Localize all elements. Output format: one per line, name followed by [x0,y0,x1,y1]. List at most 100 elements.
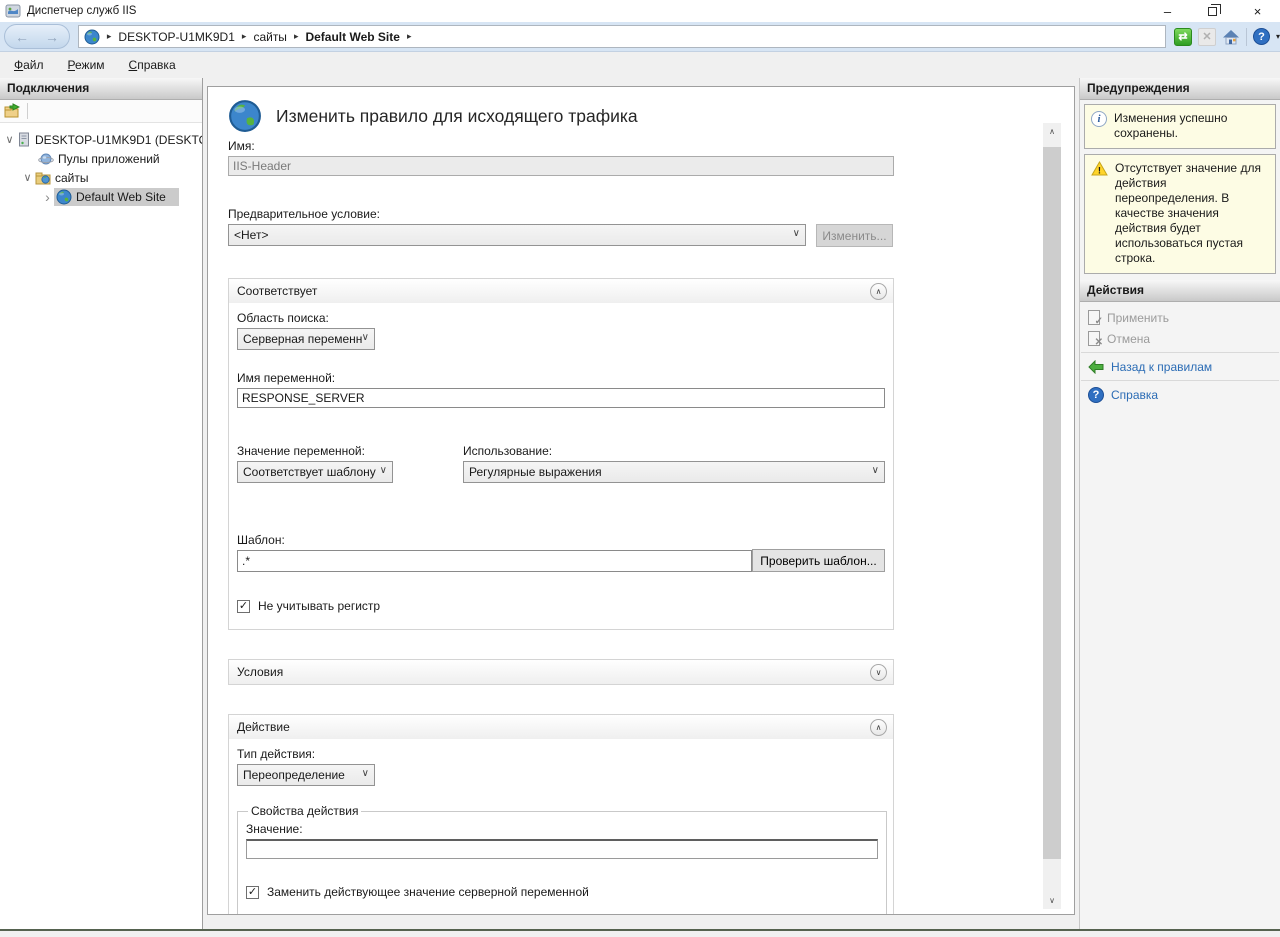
scope-label: Область поиска: [237,311,885,325]
menu-help[interactable]: Справка [129,58,176,72]
warning-alert: ! Отсутствует значение для действия пере… [1084,154,1276,274]
variable-name-field[interactable] [237,388,885,408]
app-pools-icon [38,151,54,167]
menu-view[interactable]: Режим [68,58,105,72]
restore-button[interactable] [1190,0,1235,22]
action-section-title: Действие [237,720,870,734]
ignore-case-checkbox[interactable] [237,600,250,613]
breadcrumb[interactable]: ▸ DESKTOP-U1MK9D1 ▸ сайты ▸ Default Web … [78,25,1166,48]
tree-item-default-web-site[interactable]: › Default Web Site [0,187,202,206]
action-properties-title: Свойства действия [248,804,361,818]
apply-icon [1088,310,1100,325]
precondition-select[interactable]: <Нет> [228,224,806,246]
warning-icon: ! [1091,161,1108,176]
page-title: Изменить правило для исходящего трафика [276,106,638,127]
cancel-action: Отмена [1080,328,1280,349]
action-section-header[interactable]: Действие ∧ [229,715,893,739]
match-section-header[interactable]: Соответствует ∧ [229,279,893,303]
breadcrumb-arrow-icon: ▸ [407,31,412,42]
home-icon[interactable] [1222,28,1240,46]
menu-bar: Файл Режим Справка [0,52,1280,78]
scope-select[interactable]: Серверная переменн [237,328,375,350]
scrollbar-thumb[interactable] [1043,147,1061,859]
minimize-button[interactable]: – [1145,0,1190,22]
refresh-icon[interactable]: ⇄ [1174,28,1192,46]
breadcrumb-sites[interactable]: сайты [253,30,287,44]
value-field[interactable] [246,839,878,859]
match-section: Соответствует ∧ Область поиска: Серверна… [228,278,894,630]
back-arrow-icon [1088,360,1104,374]
action-section: Действие ∧ Тип действия: Переопределение… [228,714,894,915]
pattern-field[interactable] [237,550,752,572]
precondition-label: Предварительное условие: [228,207,894,221]
tree-item-server[interactable]: ∨ DESKTOP-U1MK9D1 (DESKTOI [0,130,202,149]
main-content: Изменить правило для исходящего трафика … [203,78,1079,929]
right-panel: Предупреждения i Изменения успешно сохра… [1079,78,1280,929]
breadcrumb-server[interactable]: DESKTOP-U1MK9D1 [118,30,234,44]
navigation-buttons: ← → [4,24,70,49]
action-properties-group: Свойства действия Значение: Заменить дей… [237,804,887,915]
name-label: Имя: [228,139,894,153]
svg-text:!: ! [1098,165,1101,176]
toolbar-divider [27,103,28,119]
variable-value-select[interactable]: Соответствует шаблону [237,461,393,483]
collapse-icon[interactable]: ∧ [870,283,887,300]
variable-value-value: Соответствует шаблону [243,465,376,479]
replace-value-checkbox[interactable] [246,886,259,899]
back-to-rules-action[interactable]: Назад к правилам [1080,356,1280,377]
actions-header: Действия [1080,280,1280,302]
using-select[interactable]: Регулярные выражения [463,461,885,483]
ignore-case-label: Не учитывать регистр [258,599,380,613]
help-action[interactable]: ? Справка [1080,384,1280,405]
action-type-select[interactable]: Переопределение [237,764,375,786]
chevron-down-icon[interactable]: ∨ [21,171,34,184]
info-alert: i Изменения успешно сохранены. [1084,104,1276,149]
back-to-rules-label: Назад к правилам [1111,360,1212,374]
alerts-header: Предупреждения [1080,78,1280,100]
help-dropdown-icon[interactable]: ▾ [1276,32,1280,41]
chevron-down-icon[interactable]: ∨ [3,133,16,146]
tree-item-app-pools[interactable]: Пулы приложений [0,149,202,168]
window-title: Диспетчер служб IIS [27,5,136,17]
scroll-down-icon[interactable]: ∨ [1043,892,1061,909]
expand-icon[interactable]: ∨ [870,664,887,681]
match-section-title: Соответствует [237,284,870,298]
apply-action: Применить [1080,307,1280,328]
variable-value-label: Значение переменной: [237,444,463,458]
address-bar: ← → ▸ DESKTOP-U1MK9D1 ▸ сайты ▸ Default … [0,22,1280,52]
actions-list: Применить Отмена Назад к правилам ? Спра… [1080,302,1280,405]
page-globe-icon [228,99,262,133]
action-type-value: Переопределение [243,768,345,782]
help-label: Справка [1111,388,1158,402]
breadcrumb-arrow-icon: ▸ [107,31,112,42]
chevron-right-icon[interactable]: › [41,190,54,204]
help-icon[interactable]: ? [1253,28,1270,45]
close-button[interactable]: × [1235,0,1280,22]
save-connection-icon[interactable] [4,103,20,119]
test-pattern-button[interactable]: Проверить шаблон... [752,549,885,572]
vertical-scrollbar[interactable]: ∧ ∨ [1043,123,1061,909]
tree-item-label: Default Web Site [76,190,166,204]
actions-divider [1081,380,1279,381]
conditions-section-header[interactable]: Условия ∨ [229,660,893,684]
stop-icon: ✕ [1198,28,1216,46]
iis-manager-window: Диспетчер служб IIS – × ← → ▸ DESKTOP-U1… [0,0,1280,937]
collapse-icon[interactable]: ∧ [870,719,887,736]
breadcrumb-current-site[interactable]: Default Web Site [305,30,399,44]
window-bottom-border [0,929,1280,931]
tree-item-label: Пулы приложений [58,152,160,166]
site-globe-icon [56,189,72,205]
connections-header: Подключения [0,78,202,100]
tree-item-sites[interactable]: ∨ сайты [0,168,202,187]
forward-icon[interactable]: → [45,30,59,44]
back-icon[interactable]: ← [15,30,29,44]
breadcrumb-arrow-icon: ▸ [242,31,247,42]
selected-tree-item[interactable]: Default Web Site [54,188,179,206]
scroll-up-icon[interactable]: ∧ [1043,123,1061,140]
replace-value-label: Заменить действующее значение серверной … [267,885,589,899]
site-globe-icon [84,29,100,45]
sites-folder-icon [35,170,51,186]
cancel-icon [1088,331,1100,346]
menu-file[interactable]: Файл [14,58,44,72]
conditions-section-title: Условия [237,665,870,679]
